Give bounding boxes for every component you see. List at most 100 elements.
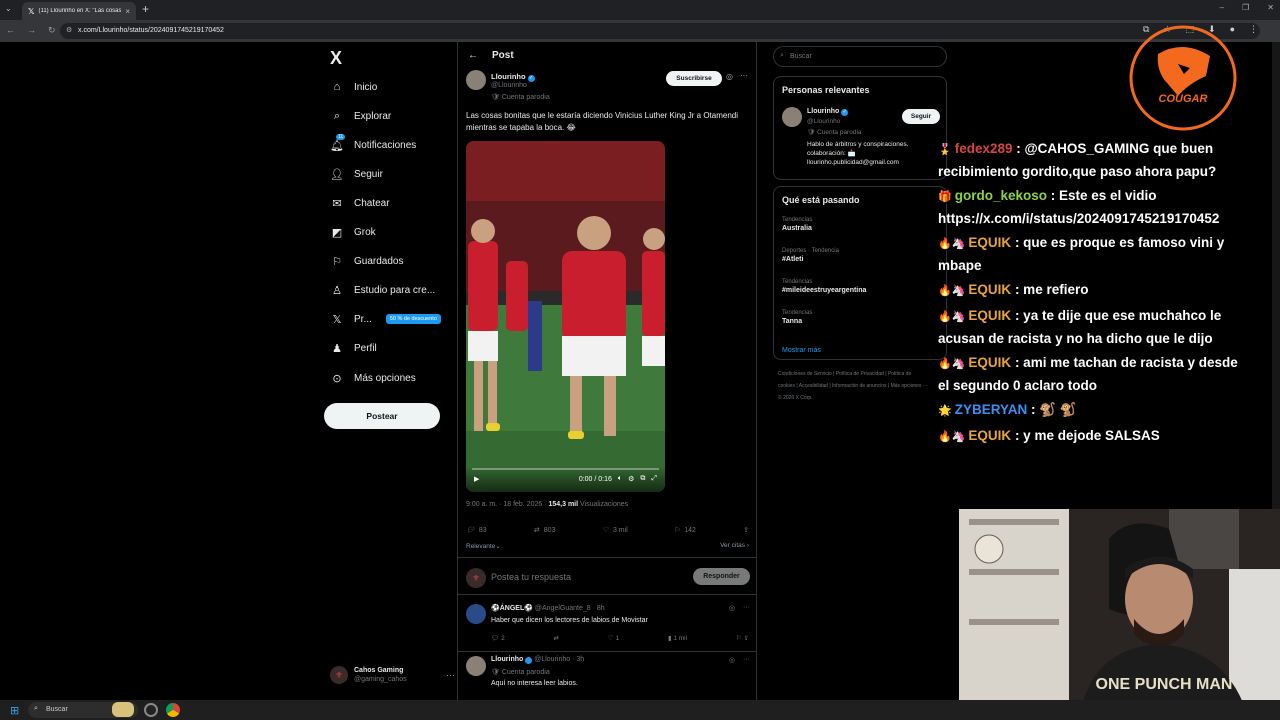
obs-icon[interactable] [144,703,158,717]
reply-action[interactable]: 💬︎ 83 [466,522,487,538]
nav-chat[interactable]: ✉ Chatear [330,193,389,213]
nav-premium[interactable]: 𝕏 Pr... 50 % de descuento [330,309,441,329]
nav-grok[interactable]: ◩ Grok [330,222,376,242]
chat-username: EQUIK [968,355,1012,370]
back-arrow-icon[interactable]: ← [468,50,478,61]
views-action[interactable]: ▮ 1 mil [668,634,687,642]
minimize-icon[interactable]: – [1220,3,1224,12]
nav-more-options[interactable]: ⊙ Más opciones [330,368,415,388]
sort-dropdown[interactable]: Relevante⌄ [466,542,501,550]
search-input[interactable]: ⌕ Buscar [773,46,947,67]
reload-icon[interactable]: ↻ [48,25,56,36]
trends-card: Qué está pasando Tendencias Australia Dep… [773,186,947,360]
reply-author-name[interactable]: ⚽ÁNGEL⚽ [491,605,533,612]
cougar-logo: COUGAR [1129,25,1237,131]
bookmark-action[interactable]: ⚐ 142 [675,522,696,538]
x-premium-icon: 𝕏 [332,313,342,326]
video-frame [466,141,665,492]
bookmark-icon: ⚐ [332,255,342,268]
trend-item[interactable]: Deportes · Tendencia #Atleti [782,248,839,263]
repost-action[interactable]: ⇄ [554,634,559,642]
post-actions: 💬︎ 83 ⇄ 803 ♡ 3 mil ⚐ 142 ⇪ [466,522,749,538]
reply-author-handle[interactable]: @Llourinho · 3h [534,656,584,663]
author-handle[interactable]: @Llourinho [491,82,527,89]
nav-explore[interactable]: ⌕ Explorar [330,106,391,126]
avatar[interactable] [466,656,486,676]
reply-item[interactable]: ⚽ÁNGEL⚽ @AngelGuante_8 · 8h ◎ ··· Haber q… [458,600,756,652]
chat-text: : 🐒 🐒 [1031,402,1077,417]
nav-notifications[interactable]: 🔔︎ 11 Notificaciones [330,133,416,155]
tab-search-icon[interactable]: ⌄ [5,4,12,13]
more-icon[interactable]: ··· [743,656,750,664]
grok-icon[interactable]: ◎ [726,72,733,81]
video-progress[interactable] [472,468,659,470]
grok-icon[interactable]: ◎ [729,656,735,664]
trend-item[interactable]: Tendencias Australia [782,217,812,232]
more-icon[interactable]: ··· [446,670,455,680]
play-icon[interactable]: ▶ [474,475,479,483]
follow-button[interactable]: Seguir [902,109,940,124]
pip-icon[interactable]: ⧉ [640,475,645,483]
reply-author-handle[interactable]: @AngelGuante_8 · 8h [535,605,605,612]
browser-tab[interactable]: 𝕏 (11) Llourinho en X: "Las cosas × [22,2,136,20]
close-icon[interactable]: × [125,7,130,16]
windows-start-icon[interactable]: ⊞ [10,704,19,717]
reply-composer: ⚜ Postea tu respuesta Responder [458,557,756,595]
maximize-icon[interactable]: ❐ [1242,3,1249,12]
webcam-feed: ONE PUNCH MAN [959,509,1280,720]
webcam-image: ONE PUNCH MAN [959,509,1280,720]
share-icon[interactable]: ⇪ [743,522,749,538]
trend-item[interactable]: Tendencias Tanna [782,310,812,325]
view-quotes-link[interactable]: Ver citas › [720,542,749,550]
relevant-name[interactable]: Llourinho ✓ [807,108,849,116]
reply-action[interactable]: 💬︎ 2 [491,634,505,642]
chat-message: 🎁 gordo_kekoso : Este es el vidio https:/… [938,188,1220,226]
more-icon[interactable]: ··· [740,71,748,80]
widget-icon[interactable] [112,702,134,717]
chrome-icon[interactable] [166,703,180,717]
menu-icon[interactable]: ⋮ [1249,24,1258,35]
site-info-icon[interactable]: ⚙ [66,26,72,34]
reply-item[interactable]: Llourinho ✓ @Llourinho · 3h ◎ ··· 🛡︎ Cuent… [458,652,756,700]
x-logo-icon[interactable]: X [330,48,342,69]
more-icon[interactable]: ··· [743,604,750,612]
chat-message: 🔥🦄 EQUIK : ami me tachan de racista y des… [938,355,1238,393]
video-player[interactable]: ▶ 0:00 / 0:16 🔈︎ ⚙ ⧉ ⤢ [466,141,665,492]
forward-icon[interactable]: → [27,25,36,36]
replies-sort-row: Relevante⌄ Ver citas › [466,542,749,550]
author-name[interactable]: Llourinho ✓ [491,72,535,82]
nav-bookmarks[interactable]: ⚐ Guardados [330,251,403,271]
post-button[interactable]: Postear [324,403,440,429]
back-icon[interactable]: ← [6,25,15,36]
relevant-handle[interactable]: @Llourinho [807,118,840,125]
avatar[interactable] [782,107,802,127]
reply-button[interactable]: Responder [693,568,750,585]
nav-home[interactable]: ⌂ Inicio [330,77,378,97]
show-more-link[interactable]: Mostrar más [782,347,821,354]
trend-item[interactable]: Tendencias #mileideestruyeargentina [782,279,866,294]
subscribe-button[interactable]: Suscribirse [666,71,722,86]
grok-icon[interactable]: ◎ [729,604,735,612]
fullscreen-icon[interactable]: ⤢ [651,475,657,483]
volume-icon[interactable]: 🔈︎ [618,475,622,483]
nav-creator-studio[interactable]: ♙ Estudio para cre... [330,280,435,300]
footer-links[interactable]: Condiciones de Servicio | Política de Pr… [778,368,928,404]
like-action[interactable]: ♡ 1 [608,634,619,642]
account-switcher[interactable]: ⚜ Cahos Gaming @gaming_cahos ··· [330,662,455,688]
window-close-icon[interactable]: ✕ [1267,3,1274,12]
avatar[interactable] [466,604,486,624]
new-tab-icon[interactable]: + [142,2,149,16]
like-action[interactable]: ♡ 3 mil [603,522,628,538]
nav-follow[interactable]: 👤︎ Seguir [330,164,383,184]
reply-icon: 💬︎ [466,527,475,534]
post-timestamp[interactable]: 9:00 a. m. · 18 feb. 2026 · [466,501,549,508]
bookmark-icon[interactable]: ⚐ ⇪ [736,634,749,642]
avatar[interactable] [466,70,486,90]
reply-author-name[interactable]: Llourinho [491,656,523,663]
settings-icon[interactable]: ⚙ [628,475,634,483]
repost-action[interactable]: ⇄ 803 [534,522,556,538]
notification-badge: 11 [336,133,346,140]
url-field[interactable]: ⚙ x.com/Llourinho/status/202409174521917… [60,23,1260,39]
reply-input[interactable]: Postea tu respuesta [491,572,571,582]
nav-profile[interactable]: ♟ Perfil [330,338,377,358]
